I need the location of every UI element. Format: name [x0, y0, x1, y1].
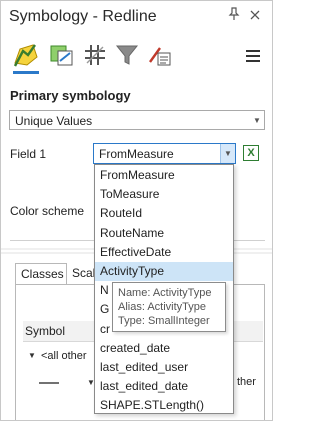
field-option[interactable]: last_edited_user: [95, 358, 233, 377]
field-option[interactable]: created_date: [95, 339, 233, 358]
symbol-column-header: Symbol: [25, 324, 66, 338]
all-other-label: <all other: [41, 350, 87, 362]
field-option[interactable]: EffectiveDate: [95, 243, 233, 262]
renderer-value: Unique Values: [15, 114, 93, 128]
tooltip-type: Type: SmallInteger: [118, 315, 210, 327]
field1-value: FromMeasure: [99, 147, 174, 161]
field1-combobox[interactable]: FromMeasure ▼: [93, 143, 236, 164]
close-icon[interactable]: [246, 7, 264, 25]
renderer-combobox[interactable]: Unique Values ▼: [9, 110, 265, 130]
color-scheme-label: Color scheme: [10, 204, 85, 218]
pin-icon[interactable]: [225, 7, 243, 25]
pane-titlebar: Symbology - Redline: [1, 1, 272, 37]
field1-label: Field 1: [10, 147, 47, 161]
line-symbol-swatch[interactable]: [39, 381, 59, 385]
advanced-symbology-icon[interactable]: [145, 41, 175, 71]
vary-by-attribute-icon[interactable]: [46, 41, 76, 71]
label-filter-icon[interactable]: [113, 41, 143, 71]
field-option[interactable]: RouteName: [95, 224, 233, 243]
chevron-down-icon[interactable]: ▼: [220, 144, 235, 163]
symbology-toolbar: [1, 37, 272, 77]
tooltip-name: Name: ActivityType: [118, 287, 212, 299]
field-option[interactable]: last_edited_date: [95, 377, 233, 396]
field-option[interactable]: ToMeasure: [95, 185, 233, 204]
field-option[interactable]: FromMeasure: [95, 166, 233, 185]
primary-symbology-heading: Primary symbology: [10, 88, 131, 103]
tooltip-alias: Alias: ActivityType: [118, 301, 207, 313]
hamburger-menu-icon[interactable]: [246, 50, 260, 62]
sql-expression-icon[interactable]: X: [243, 145, 259, 161]
field-tooltip: Name: ActivityType Alias: ActivityType T…: [112, 282, 226, 332]
other-label: ther: [237, 376, 256, 388]
tab-classes[interactable]: Classes: [15, 263, 67, 285]
field-option[interactable]: SHAPE.STLength(): [95, 396, 233, 415]
field-option[interactable]: RouteId: [95, 204, 233, 223]
symbology-pane: Symbology - Redline Primary symbology Un…: [0, 0, 273, 421]
chevron-down-icon[interactable]: ▼: [250, 111, 264, 129]
pane-title: Symbology - Redline: [9, 8, 157, 25]
symbol-layers-icon[interactable]: [81, 41, 111, 71]
field-option[interactable]: ActivityType: [95, 262, 233, 281]
collapse-chevron-icon[interactable]: ▼: [28, 351, 36, 360]
primary-symbology-icon[interactable]: [11, 41, 41, 74]
